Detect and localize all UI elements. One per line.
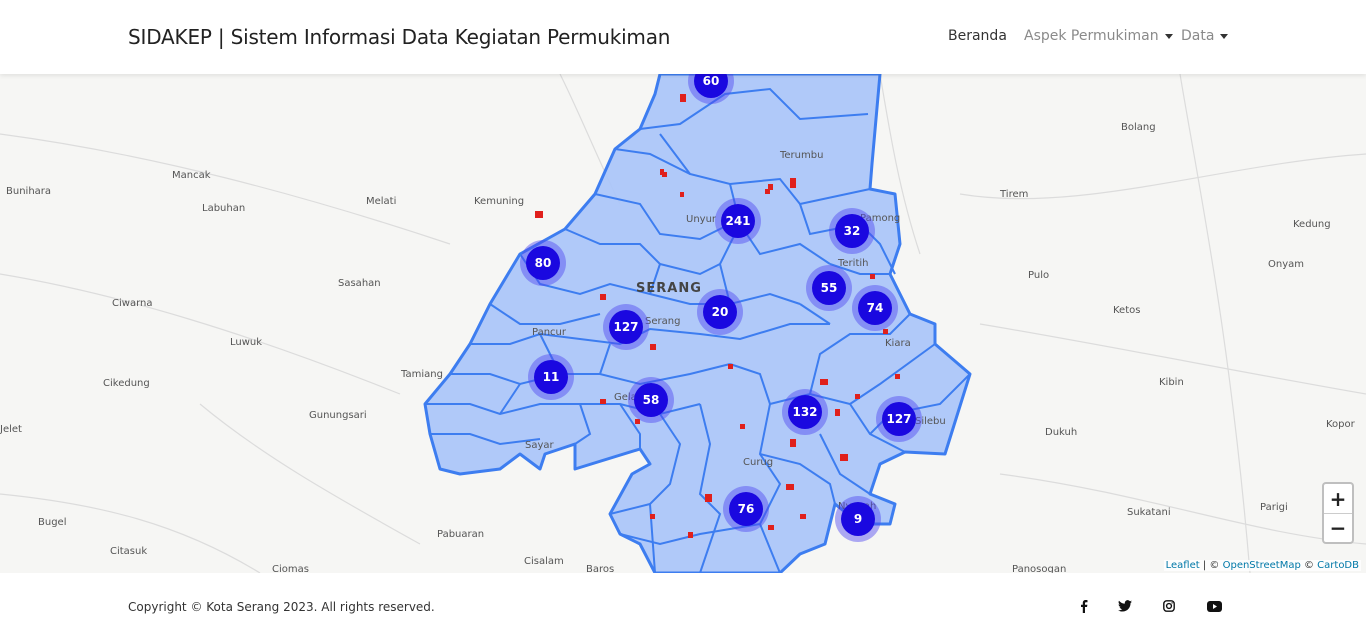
chevron-down-icon [1164,33,1173,39]
cluster-count: 127 [609,310,643,344]
place-label: Kiara [885,338,911,349]
copyright-text: Copyright © Kota Serang 2023. All rights… [128,600,435,614]
cluster-marker[interactable]: 127 [876,396,922,442]
place-label: Cisalam [524,556,564,567]
place-label: Baros [586,564,615,573]
place-label: Kibin [1159,377,1184,388]
place-label: Ciomas [272,564,309,573]
cluster-marker[interactable]: 132 [782,389,828,435]
place-label: Ciwarna [112,298,153,309]
map-container[interactable]: Bunihara Mancak Labuhan Melati Kemuning … [0,74,1366,573]
place-label: Mancak [172,170,211,181]
twitter-icon[interactable] [1117,599,1133,613]
place-label: Terumbu [780,150,824,161]
cartodb-link[interactable]: CartoDB [1317,560,1359,571]
map-layer[interactable] [0,74,1366,573]
place-label: Jelet [0,424,22,435]
cluster-count: 132 [788,395,822,429]
place-label: Pancur [532,327,566,338]
site-brand[interactable]: SIDAKEP | Sistem Informasi Data Kegiatan… [128,25,670,49]
facebook-icon[interactable] [1076,599,1092,613]
nav-beranda[interactable]: Beranda [948,28,1007,44]
place-label: Ketos [1113,305,1141,316]
cluster-marker[interactable]: 127 [603,304,649,350]
cluster-count: 9 [841,502,875,536]
attribution-separator: | © [1202,560,1220,571]
cluster-count: 60 [694,74,728,98]
cluster-marker[interactable]: 11 [528,354,574,400]
cluster-marker[interactable]: 76 [723,486,769,532]
place-label: Luwuk [230,337,263,348]
place-label: Melati [366,196,397,207]
navbar: SIDAKEP | Sistem Informasi Data Kegiatan… [0,0,1366,74]
cluster-count: 55 [812,271,846,305]
cluster-marker[interactable]: 32 [829,208,875,254]
place-label: Serang [645,316,681,327]
footer: Copyright © Kota Serang 2023. All rights… [0,573,1366,641]
zoom-out-button[interactable]: − [1324,513,1352,542]
attribution-copyright: © [1303,560,1314,571]
place-label: Gunungsari [309,410,367,421]
place-label: Onyam [1268,259,1304,270]
instagram-icon[interactable] [1161,599,1177,613]
place-label: Kedung [1293,219,1331,230]
cluster-count: 32 [835,214,869,248]
place-label: Pulo [1028,270,1050,281]
cluster-marker[interactable]: 55 [806,265,852,311]
map-attribution: Leaflet | © OpenStreetMap © CartoDB [1163,560,1361,571]
cluster-count: 76 [729,492,763,526]
place-label: Curug [743,457,774,468]
place-label: Dukuh [1045,427,1078,438]
place-label: Sayar [525,440,554,451]
place-label: Bugel [38,517,67,528]
place-label: Bolang [1121,122,1156,133]
place-label: Cikedung [103,378,150,389]
cluster-count: 20 [703,295,737,329]
place-label: Kopor [1326,419,1355,430]
cluster-marker[interactable]: 20 [697,289,743,335]
zoom-control: + − [1322,482,1354,544]
place-label: Citasuk [110,546,148,557]
cluster-marker[interactable]: 58 [628,377,674,423]
place-label: Bunihara [6,186,52,197]
cluster-count: 241 [721,204,755,238]
nav-aspek-label: Aspek Permukiman [1024,28,1159,44]
place-label: Sukatani [1127,507,1171,518]
chevron-down-icon [1220,33,1229,39]
zoom-in-button[interactable]: + [1324,484,1352,513]
place-label: Pabuaran [437,529,485,540]
nav-data-label: Data [1181,28,1215,44]
place-label: Unyur [686,214,717,225]
place-label: Teritih [838,258,869,269]
cluster-marker[interactable]: 80 [520,240,566,286]
cluster-count: 74 [858,291,892,325]
cluster-marker[interactable]: 9 [835,496,881,542]
place-label: Labuhan [202,203,246,214]
cluster-count: 11 [534,360,568,394]
cluster-count: 58 [634,383,668,417]
leaflet-link[interactable]: Leaflet [1166,560,1200,571]
place-label: Tamiang [401,369,443,380]
place-label: Kemuning [474,196,525,207]
nav-data-dropdown[interactable]: Data [1181,28,1229,44]
cluster-count: 127 [882,402,916,436]
youtube-icon[interactable] [1206,599,1222,613]
place-label: Panosogan [1012,564,1067,573]
cluster-count: 80 [526,246,560,280]
place-label: Parigi [1260,502,1288,513]
nav-aspek-permukiman-dropdown[interactable]: Aspek Permukiman [1024,28,1173,44]
place-label: Sasahan [338,278,381,289]
cluster-marker[interactable]: 241 [715,198,761,244]
cluster-marker[interactable]: 74 [852,285,898,331]
place-label: Tirem [1000,189,1029,200]
place-label-city: SERANG [636,281,702,296]
openstreetmap-link[interactable]: OpenStreetMap [1223,560,1301,571]
